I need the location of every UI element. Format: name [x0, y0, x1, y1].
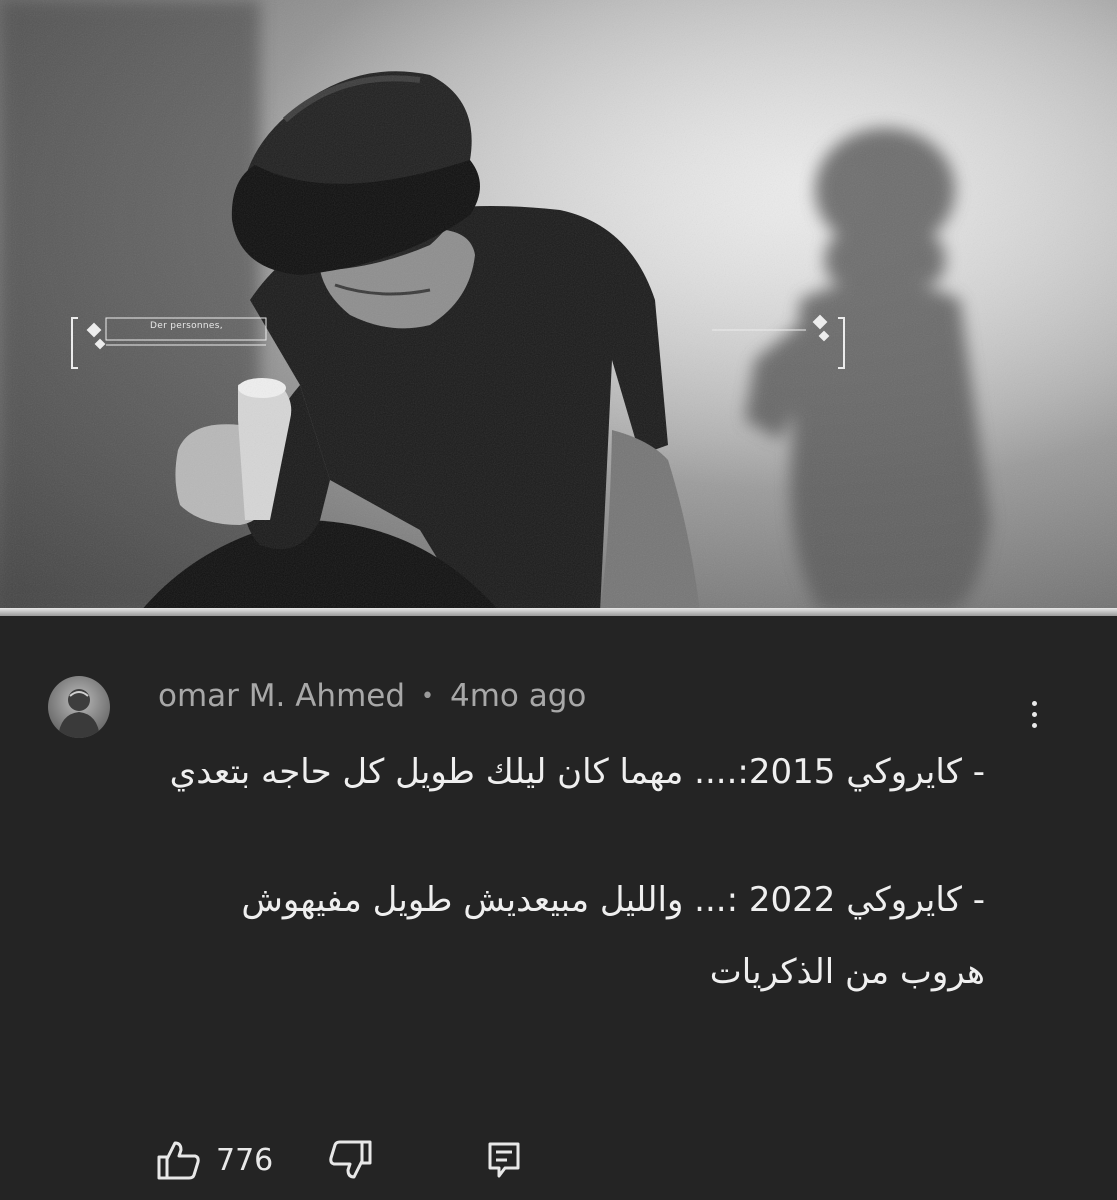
comment-text: - كايروكي 2015:.... مهما كان ليلك طويل ك… — [150, 736, 985, 1008]
thumbs-up-icon — [157, 1141, 200, 1180]
comment-line: - كايروكي 2015:.... مهما كان ليلك طويل ك… — [169, 752, 985, 792]
author-name[interactable]: omar M. Ahmed — [158, 678, 405, 714]
comment-line: - كايروكي 2022 :... والليل مبيعديش طويل … — [241, 880, 985, 992]
video-thumbnail[interactable]: Der personnes, — [0, 0, 1117, 612]
vertical-ellipsis-icon — [1031, 700, 1037, 706]
dislike-button[interactable] — [326, 1138, 374, 1182]
comment-reply-icon — [488, 1142, 520, 1178]
comment-actions: 776 — [0, 1132, 1117, 1188]
concert-photo — [0, 0, 1117, 612]
like-button[interactable]: 776 — [156, 1138, 273, 1182]
avatar[interactable] — [48, 676, 110, 738]
comment-time: 4mo ago — [450, 678, 587, 714]
avatar-image — [58, 689, 100, 738]
reply-button[interactable] — [484, 1138, 524, 1182]
divider — [0, 608, 1117, 616]
vertical-ellipsis-dot — [1031, 711, 1037, 717]
overlay-caption: Der personnes, — [150, 321, 223, 331]
comment-meta: omar M. Ahmed • 4mo ago — [158, 674, 586, 718]
meta-separator: • — [421, 683, 435, 709]
like-count: 776 — [216, 1142, 274, 1178]
thumbs-down-icon — [329, 1140, 372, 1179]
comment-card: omar M. Ahmed • 4mo ago - كايروكي 2015:.… — [0, 616, 1117, 1200]
vertical-ellipsis-dot — [1031, 722, 1037, 728]
more-options-button[interactable] — [1018, 692, 1050, 736]
